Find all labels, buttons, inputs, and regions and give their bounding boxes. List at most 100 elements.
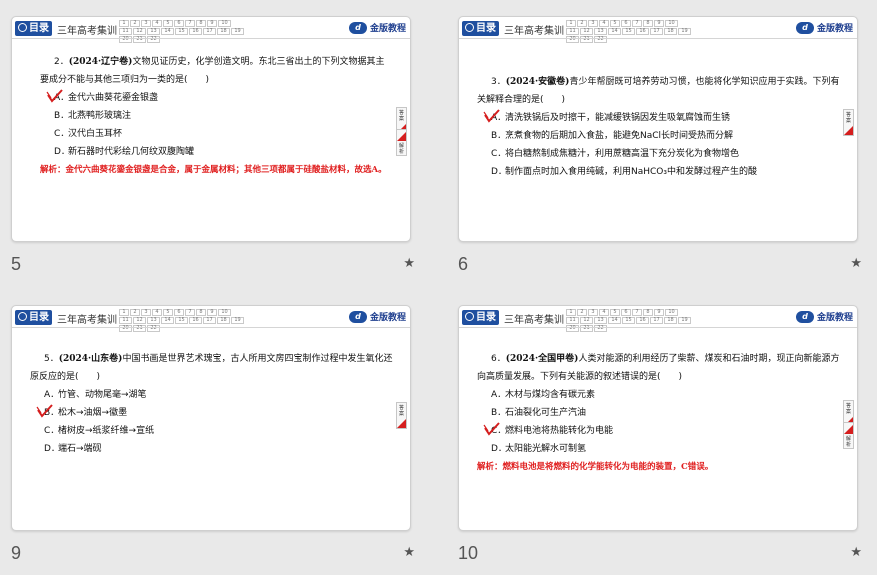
question-jump-14[interactable]: 14 <box>608 317 621 324</box>
question-jump-17[interactable]: 17 <box>650 317 663 324</box>
question-jump-3[interactable]: 3 <box>588 20 598 27</box>
question-jump-6[interactable]: 6 <box>174 309 184 316</box>
question-number-grid[interactable]: 1 2 3 4 5 6 7 8 9 10 11 12 13 14 15 16 17 18 19 20 21 22 <box>119 309 245 333</box>
question-jump-9[interactable]: 9 <box>654 309 664 316</box>
question-jump-4[interactable]: 4 <box>599 20 609 27</box>
question-jump-15[interactable]: 15 <box>622 317 635 324</box>
question-jump-14[interactable]: 14 <box>161 28 174 35</box>
question-jump-14[interactable]: 14 <box>608 28 621 35</box>
question-jump-12[interactable]: 12 <box>580 317 593 324</box>
question-jump-17[interactable]: 17 <box>203 317 216 324</box>
question-jump-16[interactable]: 16 <box>189 317 202 324</box>
question-jump-8[interactable]: 8 <box>643 20 653 27</box>
question-jump-10[interactable]: 10 <box>665 309 678 316</box>
question-jump-1[interactable]: 1 <box>566 20 576 27</box>
question-jump-12[interactable]: 12 <box>580 28 593 35</box>
slide-header: 目录 三年高考集训 1 2 3 4 5 6 7 8 9 10 11 12 13 14 15 16 17 18 19 2… <box>459 306 857 332</box>
slide-number: 5 <box>11 254 22 274</box>
checkmark-icon <box>483 109 501 123</box>
question-block: 6．(2024·全国甲卷)人类对能源的利用经历了柴薪、煤炭和石油时期，现正向新能… <box>477 350 843 476</box>
question-jump-9[interactable]: 9 <box>207 309 217 316</box>
toc-button[interactable]: 目录 <box>462 310 499 325</box>
question-jump-9[interactable]: 9 <box>207 20 217 27</box>
question-jump-6[interactable]: 6 <box>621 20 631 27</box>
question-jump-9[interactable]: 9 <box>654 20 664 27</box>
question-jump-18[interactable]: 18 <box>664 317 677 324</box>
analysis-tab[interactable]: 解析 <box>843 422 854 449</box>
star-icon[interactable]: ★ <box>850 256 862 271</box>
question-jump-19[interactable]: 19 <box>231 317 244 324</box>
answer-tab[interactable]: 答案 <box>396 402 407 429</box>
question-jump-11[interactable]: 11 <box>119 317 132 324</box>
question-number-grid[interactable]: 1 2 3 4 5 6 7 8 9 10 11 12 13 14 15 16 17 18 19 20 21 22 <box>119 20 245 44</box>
question-jump-8[interactable]: 8 <box>196 309 206 316</box>
question-jump-16[interactable]: 16 <box>189 28 202 35</box>
analysis-tab[interactable]: 解析 <box>396 129 407 156</box>
question-jump-17[interactable]: 17 <box>650 28 663 35</box>
toc-button[interactable]: 目录 <box>15 21 52 36</box>
option-c: C．燃料电池将热能转化为电能 <box>477 422 843 440</box>
question-jump-7[interactable]: 7 <box>632 20 642 27</box>
question-jump-13[interactable]: 13 <box>147 317 160 324</box>
question-jump-5[interactable]: 5 <box>610 20 620 27</box>
question-jump-10[interactable]: 10 <box>665 20 678 27</box>
question-jump-4[interactable]: 4 <box>599 309 609 316</box>
question-jump-13[interactable]: 13 <box>594 317 607 324</box>
question-jump-6[interactable]: 6 <box>174 20 184 27</box>
question-jump-3[interactable]: 3 <box>588 309 598 316</box>
question-jump-5[interactable]: 5 <box>163 309 173 316</box>
star-icon[interactable]: ★ <box>403 256 415 271</box>
question-jump-15[interactable]: 15 <box>622 28 635 35</box>
question-jump-6[interactable]: 6 <box>621 309 631 316</box>
question-jump-18[interactable]: 18 <box>664 28 677 35</box>
question-jump-17[interactable]: 17 <box>203 28 216 35</box>
question-jump-13[interactable]: 13 <box>594 28 607 35</box>
question-jump-11[interactable]: 11 <box>566 28 579 35</box>
question-jump-7[interactable]: 7 <box>185 309 195 316</box>
question-jump-3[interactable]: 3 <box>141 309 151 316</box>
question-jump-11[interactable]: 11 <box>119 28 132 35</box>
toc-button[interactable]: 目录 <box>15 310 52 325</box>
answer-tab[interactable]: 答案 <box>843 109 854 136</box>
question-jump-1[interactable]: 1 <box>566 309 576 316</box>
toc-button[interactable]: 目录 <box>462 21 499 36</box>
question-number-grid[interactable]: 1 2 3 4 5 6 7 8 9 10 11 12 13 14 15 16 17 18 19 20 21 22 <box>566 309 692 333</box>
question-jump-15[interactable]: 15 <box>175 28 188 35</box>
question-jump-1[interactable]: 1 <box>119 20 129 27</box>
question-jump-5[interactable]: 5 <box>163 20 173 27</box>
question-jump-14[interactable]: 14 <box>161 317 174 324</box>
question-jump-18[interactable]: 18 <box>217 28 230 35</box>
question-jump-12[interactable]: 12 <box>133 28 146 35</box>
question-stem: 3．(2024·安徽卷)青少年帮厨既可培养劳动习惯，也能将化学知识应用于实践。下… <box>477 77 840 105</box>
star-icon[interactable]: ★ <box>403 545 415 560</box>
question-jump-19[interactable]: 19 <box>678 317 691 324</box>
question-jump-10[interactable]: 10 <box>218 309 231 316</box>
brand-mark-icon: d <box>795 310 814 323</box>
question-jump-15[interactable]: 15 <box>175 317 188 324</box>
question-jump-8[interactable]: 8 <box>196 20 206 27</box>
question-jump-4[interactable]: 4 <box>152 20 162 27</box>
question-jump-7[interactable]: 7 <box>632 309 642 316</box>
question-jump-2[interactable]: 2 <box>577 309 587 316</box>
question-jump-8[interactable]: 8 <box>643 309 653 316</box>
question-jump-3[interactable]: 3 <box>141 20 151 27</box>
question-jump-13[interactable]: 13 <box>147 28 160 35</box>
question-jump-10[interactable]: 10 <box>218 20 231 27</box>
question-jump-16[interactable]: 16 <box>636 28 649 35</box>
option-c: C．将白糖熬制成焦糖汁，利用蔗糖高温下充分炭化为食物增色 <box>491 149 740 159</box>
question-number-grid[interactable]: 1 2 3 4 5 6 7 8 9 10 11 12 13 14 15 16 17 18 19 20 21 22 <box>566 20 692 44</box>
star-icon[interactable]: ★ <box>850 545 862 560</box>
question-jump-2[interactable]: 2 <box>130 20 140 27</box>
question-jump-19[interactable]: 19 <box>231 28 244 35</box>
question-jump-16[interactable]: 16 <box>636 317 649 324</box>
question-jump-1[interactable]: 1 <box>119 309 129 316</box>
question-jump-2[interactable]: 2 <box>130 309 140 316</box>
question-jump-18[interactable]: 18 <box>217 317 230 324</box>
question-jump-12[interactable]: 12 <box>133 317 146 324</box>
question-jump-11[interactable]: 11 <box>566 317 579 324</box>
question-jump-7[interactable]: 7 <box>185 20 195 27</box>
question-jump-19[interactable]: 19 <box>678 28 691 35</box>
question-jump-4[interactable]: 4 <box>152 309 162 316</box>
question-jump-2[interactable]: 2 <box>577 20 587 27</box>
question-jump-5[interactable]: 5 <box>610 309 620 316</box>
